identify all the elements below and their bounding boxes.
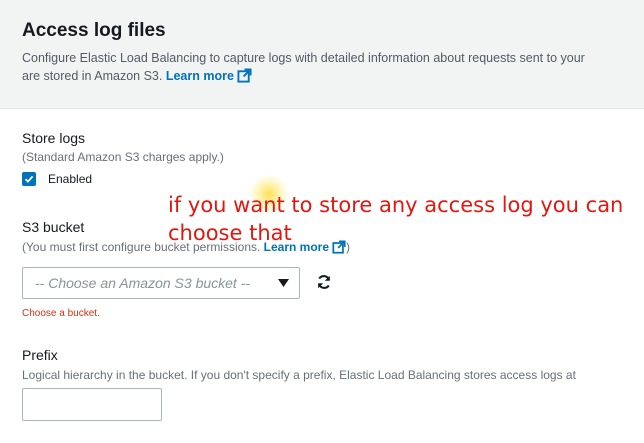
checkmark-icon: [24, 175, 34, 183]
refresh-icon[interactable]: [316, 274, 332, 290]
description-line-2-text: are stored in Amazon S3.: [22, 69, 163, 83]
store-logs-label: Store logs: [22, 130, 86, 146]
tutorial-annotation: if you want to store any access log you …: [168, 193, 624, 245]
section-description: Configure Elastic Load Balancing to capt…: [22, 49, 644, 85]
external-link-icon: [237, 68, 252, 83]
prefix-input[interactable]: [22, 388, 162, 421]
description-line-1: Configure Elastic Load Balancing to capt…: [22, 51, 585, 65]
description-line-2: are stored in Amazon S3. Learn more: [22, 67, 644, 85]
header-learn-more-label: Learn more: [165, 69, 234, 83]
s3-bucket-select-placeholder: -- Choose an Amazon S3 bucket --: [35, 275, 251, 291]
header-learn-more-link[interactable]: Learn more: [165, 68, 252, 83]
s3-bucket-select[interactable]: -- Choose an Amazon S3 bucket --: [22, 267, 300, 299]
store-logs-hint: (Standard Amazon S3 charges apply.): [22, 150, 224, 164]
enabled-checkbox[interactable]: [22, 172, 36, 186]
prefix-hint: Logical hierarchy in the bucket. If you …: [22, 368, 576, 382]
prefix-label: Prefix: [22, 347, 58, 363]
caret-down-icon: [278, 279, 289, 287]
section-title: Access log files: [22, 20, 166, 41]
s3-bucket-label: S3 bucket: [22, 219, 85, 235]
store-logs-checkbox-row[interactable]: Enabled: [22, 172, 92, 186]
section-header: Access log files Configure Elastic Load …: [0, 0, 644, 109]
enabled-checkbox-label: Enabled: [48, 172, 93, 186]
bucket-error-message: Choose a bucket.: [22, 308, 100, 319]
